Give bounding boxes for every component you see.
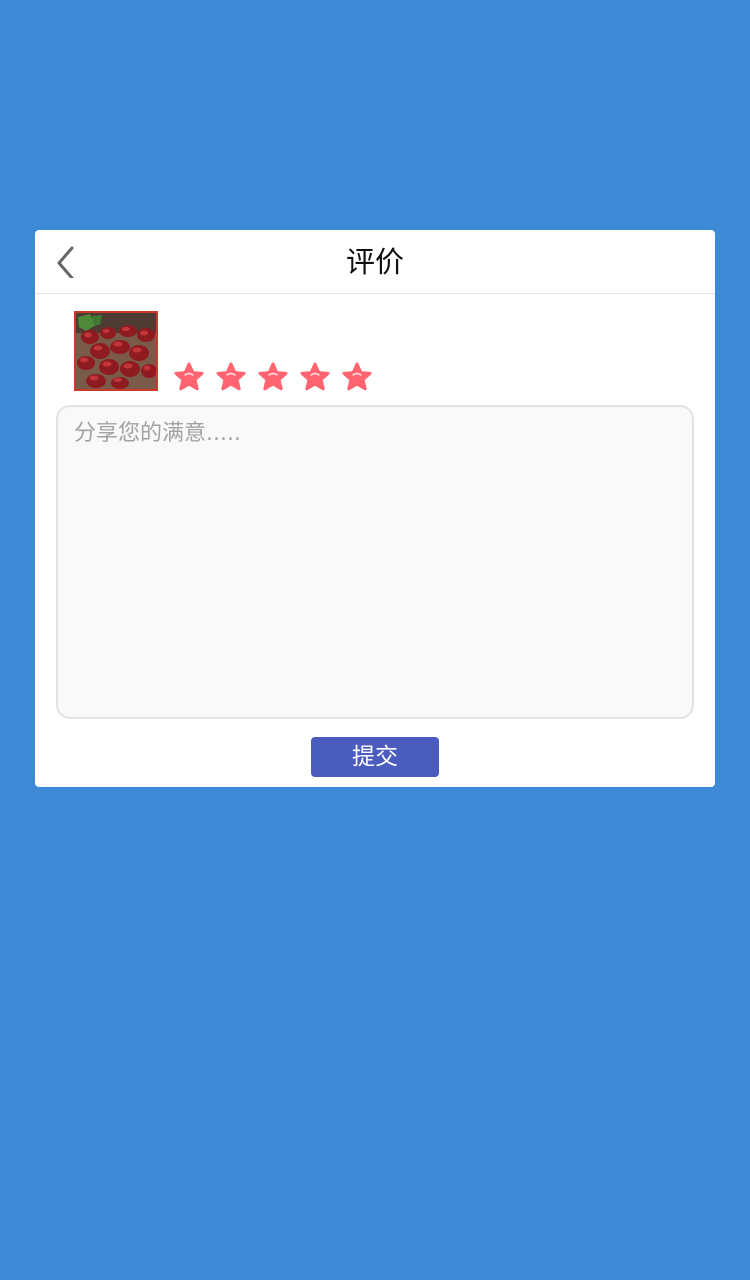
review-box xyxy=(56,405,694,719)
page-title: 评价 xyxy=(345,245,404,279)
red-dates-photo xyxy=(76,313,156,389)
star-icon xyxy=(342,362,372,391)
dialog-header: 评价 xyxy=(35,230,715,294)
star-3[interactable] xyxy=(258,362,288,392)
star-icon xyxy=(174,362,204,391)
star-2[interactable] xyxy=(216,362,246,392)
product-image xyxy=(74,311,158,391)
star-5[interactable] xyxy=(342,362,372,392)
star-icon xyxy=(258,362,288,391)
star-1[interactable] xyxy=(174,362,204,392)
star-icon xyxy=(300,362,330,391)
submit-button[interactable]: 提交 xyxy=(311,737,439,777)
star-icon xyxy=(216,362,246,391)
review-textarea[interactable] xyxy=(58,407,692,717)
review-dialog: 评价 分享您的满意..... 提交 xyxy=(35,230,715,787)
star-4[interactable] xyxy=(300,362,330,392)
